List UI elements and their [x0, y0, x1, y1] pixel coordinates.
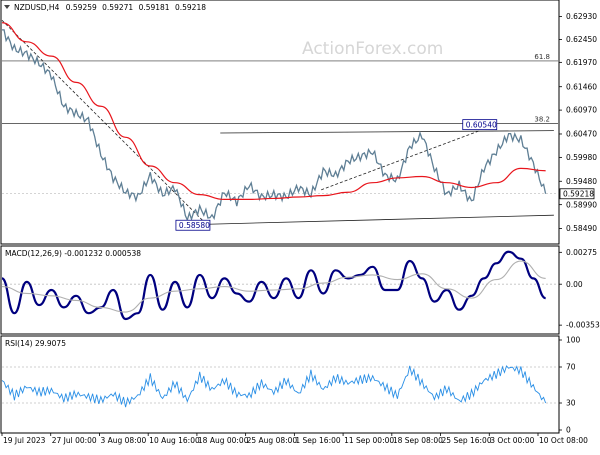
price-y-tick-label: 0.58990 — [566, 200, 597, 209]
rsi-y-tick-label: 100 — [566, 336, 581, 345]
watermark: ActionForex.com — [302, 39, 443, 59]
x-tick-label: 11 Sep 00:00 — [344, 436, 394, 445]
x-tick-label: 25 Sep 16:00 — [442, 436, 492, 445]
rsi-y-tick-label: 0 — [566, 426, 571, 435]
close-value: 0.59218 — [175, 3, 206, 12]
price-y-tick-label: 0.59480 — [566, 177, 597, 186]
rsi-title: RSI(14) 29.9075 — [5, 339, 66, 348]
x-tick-label: 1 Sep 16:00 — [295, 436, 341, 445]
x-tick-label: 18 Aug 00:00 — [198, 436, 249, 445]
rsi-y-tick-label: 30 — [566, 399, 576, 408]
price-y-tick-label: 0.60470 — [566, 130, 597, 139]
price-y-tick-label: 0.59980 — [566, 153, 597, 162]
price-y-tick-label: 0.58490 — [566, 224, 597, 233]
price-y-tick-label: 0.61970 — [566, 58, 597, 67]
x-tick-label: 10 Aug 16:00 — [149, 436, 200, 445]
price-y-tick-label: 0.61460 — [566, 82, 597, 91]
price-y-tick-label: 0.60970 — [566, 106, 597, 115]
x-tick-label: 19 Jul 2023 — [3, 436, 46, 445]
price-label: 0.60540 — [466, 120, 497, 129]
open-value: 0.59259 — [66, 3, 97, 12]
chart-header: NZDUSD,H4 0.59259 0.59271 0.59181 0.5921… — [14, 3, 206, 12]
macd-y-tick-label: 0.00 — [566, 280, 583, 289]
chart-canvas: ActionForex.com NZDUSD,H4 0.59259 0.5927… — [0, 0, 600, 450]
fib-label: 38.2 — [534, 115, 550, 123]
x-tick-label: 25 Aug 08:00 — [247, 436, 298, 445]
price-y-tick-label: 0.62930 — [566, 12, 597, 21]
x-tick-label: 3 Aug 08:00 — [100, 436, 146, 445]
x-tick-label: 3 Oct 00:00 — [490, 436, 534, 445]
price-y-tick-label: 0.62450 — [566, 35, 597, 44]
macd-title: MACD(12,26,9) -0.001232 0.000538 — [5, 249, 141, 258]
price-label: 0.58580 — [179, 221, 210, 230]
x-tick-label: 10 Oct 08:00 — [539, 436, 588, 445]
fib-label: 61.8 — [534, 53, 550, 61]
x-tick-label: 27 Jul 00:00 — [52, 436, 97, 445]
x-tick-label: 18 Sep 08:00 — [393, 436, 443, 445]
macd-y-tick-label: -0.003531 — [566, 321, 600, 330]
macd-y-tick-label: 0.00275 — [566, 248, 597, 257]
price-label: 0.59218 — [563, 190, 594, 199]
rsi-y-tick-label: 70 — [566, 363, 576, 372]
chart-window: ActionForex.com NZDUSD,H4 0.59259 0.5927… — [0, 0, 600, 450]
high-value: 0.59271 — [102, 3, 133, 12]
symbol-label: NZDUSD,H4 — [14, 3, 60, 12]
low-value: 0.59181 — [139, 3, 170, 12]
